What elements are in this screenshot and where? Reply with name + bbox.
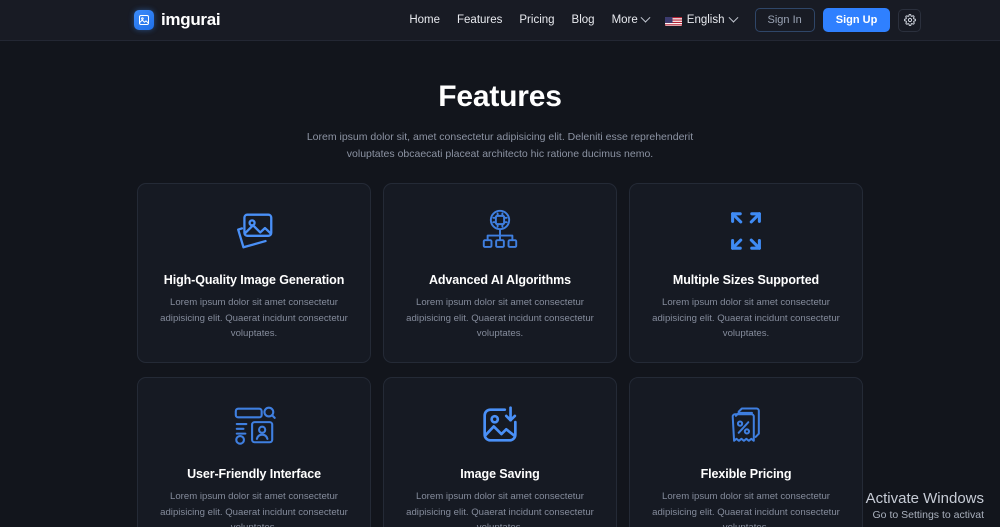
us-flag-icon — [664, 15, 682, 26]
feature-title: Flexible Pricing — [700, 467, 792, 482]
feature-description: Lorem ipsum dolor sit amet consectetur a… — [652, 491, 840, 527]
nav-item-more[interactable]: More — [611, 12, 651, 26]
expand-arrows-icon — [647, 206, 845, 256]
feature-title: High-Quality Image Generation — [163, 273, 345, 288]
feature-title: Advanced AI Algorithms — [428, 273, 572, 288]
feature-title: User-Friendly Interface — [187, 467, 321, 482]
watermark-subtitle: Go to Settings to activat — [872, 509, 984, 521]
feature-description: Lorem ipsum dolor sit amet consectetur a… — [160, 491, 348, 527]
feature-card-flexible-pricing[interactable]: Flexible Pricing Lorem ipsum dolor sit a… — [629, 377, 863, 527]
feature-description: Lorem ipsum dolor sit amet consectetur a… — [406, 297, 594, 340]
image-download-icon — [401, 400, 599, 450]
header-actions: Sign In Sign Up — [754, 8, 922, 32]
feature-card-advanced-ai-algorithms[interactable]: Advanced AI Algorithms Lorem ipsum dolor… — [383, 183, 617, 364]
ui-dashboard-icon — [155, 400, 353, 450]
feature-description: Lorem ipsum dolor sit amet consectetur a… — [652, 297, 840, 340]
feature-title: Image Saving — [460, 467, 540, 482]
feature-card-user-friendly-interface[interactable]: User-Friendly Interface Lorem ipsum dolo… — [137, 377, 371, 527]
watermark-title: Activate Windows — [865, 489, 984, 507]
feature-card-high-quality-image-generation[interactable]: High-Quality Image Generation Lorem ipsu… — [137, 183, 371, 364]
ai-chip-network-icon — [401, 206, 599, 256]
images-stack-icon — [155, 206, 353, 256]
feature-card-image-saving[interactable]: Image Saving Lorem ipsum dolor sit amet … — [383, 377, 617, 527]
nav-item-more-label: More — [611, 14, 638, 26]
feature-description: Lorem ipsum dolor sit amet consectetur a… — [160, 297, 348, 340]
receipt-percent-icon — [647, 400, 845, 450]
main-navigation: Home Features Pricing Blog More — [409, 12, 651, 26]
hero-section: Features Lorem ipsum dolor sit, amet con… — [0, 41, 1000, 162]
feature-description: Lorem ipsum dolor sit amet consectetur a… — [406, 491, 594, 527]
image-logo-icon — [134, 10, 154, 30]
brand-logo[interactable]: imgurai — [134, 10, 221, 30]
page-subtitle: Lorem ipsum dolor sit, amet consectetur … — [306, 131, 694, 160]
sign-in-button[interactable]: Sign In — [754, 8, 815, 32]
brand-name: imgurai — [161, 10, 221, 29]
page-title: Features — [438, 80, 562, 113]
windows-activation-watermark: Activate Windows Go to Settings to activ… — [866, 489, 984, 521]
settings-button[interactable] — [898, 8, 922, 32]
language-label: English — [686, 14, 725, 26]
nav-item-features[interactable]: Features — [457, 14, 502, 26]
sign-up-button[interactable]: Sign Up — [822, 8, 891, 32]
nav-item-pricing[interactable]: Pricing — [519, 14, 554, 26]
site-header: imgurai Home Features Pricing Blog More … — [0, 0, 1000, 41]
gear-icon — [903, 14, 916, 26]
chevron-down-icon — [728, 12, 738, 23]
chevron-down-icon — [640, 12, 651, 23]
nav-item-home[interactable]: Home — [409, 14, 440, 26]
feature-title: Multiple Sizes Supported — [672, 273, 820, 288]
nav-item-blog[interactable]: Blog — [572, 14, 595, 26]
features-grid: High-Quality Image Generation Lorem ipsu… — [137, 183, 863, 527]
feature-card-multiple-sizes-supported[interactable]: Multiple Sizes Supported Lorem ipsum dol… — [629, 183, 863, 364]
language-selector[interactable]: English — [664, 12, 738, 26]
